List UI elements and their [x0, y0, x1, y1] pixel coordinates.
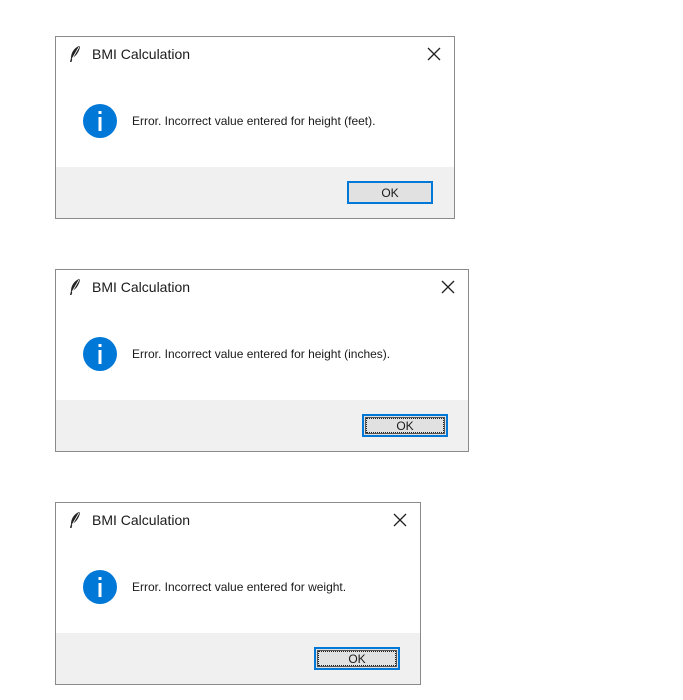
- dialog-height-feet: BMI Calculation Error. Incorrect value e…: [55, 36, 455, 219]
- title-bar[interactable]: BMI Calculation: [56, 37, 454, 71]
- dialog-title: BMI Calculation: [92, 512, 191, 528]
- dialog-height-inches: BMI Calculation Error. Incorrect value e…: [55, 269, 469, 452]
- close-button[interactable]: [432, 272, 464, 302]
- title-bar[interactable]: BMI Calculation: [56, 270, 468, 304]
- ok-button[interactable]: OK: [362, 414, 448, 437]
- info-icon: [83, 337, 117, 371]
- error-message: Error. Incorrect value entered for heigh…: [132, 347, 391, 361]
- error-message: Error. Incorrect value entered for weigh…: [132, 580, 347, 594]
- error-message: Error. Incorrect value entered for heigh…: [132, 114, 376, 128]
- feather-icon: [70, 46, 80, 62]
- info-icon: [83, 570, 117, 604]
- close-button[interactable]: [418, 39, 450, 69]
- info-icon: [83, 104, 117, 138]
- dialog-weight: BMI Calculation Error. Incorrect value e…: [55, 502, 421, 685]
- title-bar[interactable]: BMI Calculation: [56, 503, 420, 537]
- close-button[interactable]: [384, 505, 416, 535]
- ok-button[interactable]: OK: [347, 181, 433, 204]
- feather-icon: [70, 279, 80, 295]
- dialog-title: BMI Calculation: [92, 279, 191, 295]
- close-icon: [427, 47, 441, 61]
- ok-button[interactable]: OK: [314, 647, 400, 670]
- dialog-footer: OK: [56, 633, 420, 684]
- dialog-footer: OK: [56, 167, 454, 218]
- feather-icon: [70, 512, 80, 528]
- dialog-title: BMI Calculation: [92, 46, 191, 62]
- close-icon: [441, 280, 455, 294]
- dialog-footer: OK: [56, 400, 468, 451]
- close-icon: [393, 513, 407, 527]
